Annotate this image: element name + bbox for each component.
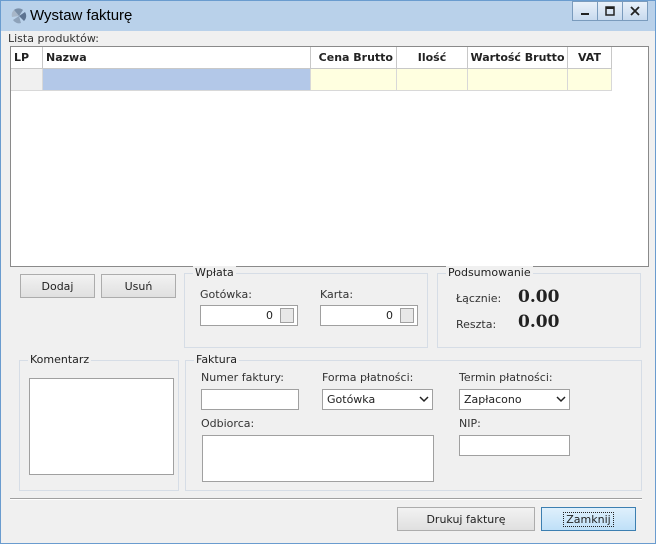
- cash-amount-value: 0: [266, 309, 273, 322]
- row-header-cell[interactable]: [11, 69, 43, 91]
- close-icon: [630, 6, 640, 16]
- summary-group: Podsumowanie Łącznie: 0.00 Reszta: 0.00: [437, 266, 641, 348]
- nip-label: NIP:: [459, 417, 481, 430]
- payment-group: Wpłata Gotówka: 0 Karta: 0: [184, 266, 428, 348]
- name-cell[interactable]: [43, 69, 311, 91]
- card-spin-button[interactable]: [400, 308, 414, 323]
- app-icon: [11, 8, 27, 24]
- client-area: Lista produktów: LP Nazwa Cena Brutto Il…: [1, 31, 655, 543]
- column-header-vat[interactable]: VAT: [568, 47, 612, 69]
- invoice-group: Faktura Numer faktury: Forma płatności: …: [185, 353, 642, 491]
- recipient-label: Odbiorca:: [201, 417, 255, 430]
- invoice-group-title: Faktura: [194, 353, 239, 366]
- payment-term-value: Zapłacono: [464, 393, 522, 406]
- nip-input[interactable]: [459, 435, 570, 456]
- add-product-button[interactable]: Dodaj: [20, 274, 95, 298]
- footer-divider: [10, 498, 642, 500]
- cash-spin-button[interactable]: [280, 308, 294, 323]
- cash-amount-input[interactable]: 0: [200, 305, 298, 326]
- summary-group-title: Podsumowanie: [446, 266, 533, 279]
- column-header-gross-value[interactable]: Wartość Brutto: [468, 47, 568, 69]
- close-window-button[interactable]: [622, 1, 648, 21]
- invoice-window: Wystaw fakturę Lista produktów: LP Nazwa…: [0, 0, 656, 544]
- change-label: Reszta:: [456, 318, 497, 331]
- total-label: Łącznie:: [456, 292, 502, 305]
- card-amount-value: 0: [386, 309, 393, 322]
- chevron-down-icon: [556, 396, 566, 403]
- quantity-cell[interactable]: [397, 69, 468, 91]
- vat-cell[interactable]: [568, 69, 612, 91]
- total-value: 0.00: [518, 287, 560, 307]
- payment-group-title: Wpłata: [193, 266, 236, 279]
- cash-label: Gotówka:: [200, 288, 252, 301]
- invoice-number-input[interactable]: [201, 389, 299, 410]
- payment-form-label: Forma płatności:: [322, 371, 414, 384]
- maximize-button[interactable]: [597, 1, 623, 21]
- close-button-label: Zamknij: [563, 511, 614, 527]
- remove-product-button[interactable]: Usuń: [101, 274, 176, 298]
- minimize-button[interactable]: [572, 1, 598, 21]
- gross-value-cell[interactable]: [468, 69, 568, 91]
- comment-textarea[interactable]: [29, 378, 174, 475]
- payment-form-value: Gotówka: [327, 393, 376, 406]
- gross-price-cell[interactable]: [311, 69, 397, 91]
- comment-group: Komentarz: [19, 353, 179, 491]
- column-header-quantity[interactable]: Ilość: [397, 47, 468, 69]
- maximize-icon: [605, 6, 615, 16]
- card-amount-input[interactable]: 0: [320, 305, 418, 326]
- card-label: Karta:: [320, 288, 354, 301]
- payment-term-select[interactable]: Zapłacono: [459, 389, 570, 410]
- payment-term-label: Termin płatności:: [459, 371, 553, 384]
- recipient-textarea[interactable]: [202, 435, 434, 482]
- column-header-name[interactable]: Nazwa: [43, 47, 311, 69]
- title-bar[interactable]: Wystaw fakturę: [1, 1, 655, 31]
- window-title: Wystaw fakturę: [30, 7, 133, 24]
- chevron-down-icon: [419, 396, 429, 403]
- column-header-lp[interactable]: LP: [11, 47, 43, 69]
- column-header-gross-price[interactable]: Cena Brutto: [311, 47, 397, 69]
- payment-form-select[interactable]: Gotówka: [322, 389, 433, 410]
- print-invoice-button[interactable]: Drukuj fakturę: [397, 507, 535, 531]
- minimize-icon: [581, 13, 589, 15]
- product-grid[interactable]: LP Nazwa Cena Brutto Ilość Wartość Brutt…: [10, 46, 649, 267]
- change-value: 0.00: [518, 312, 560, 332]
- invoice-number-label: Numer faktury:: [201, 371, 284, 384]
- close-button[interactable]: Zamknij: [541, 507, 636, 531]
- product-list-label: Lista produktów:: [8, 32, 99, 45]
- comment-group-title: Komentarz: [28, 353, 92, 366]
